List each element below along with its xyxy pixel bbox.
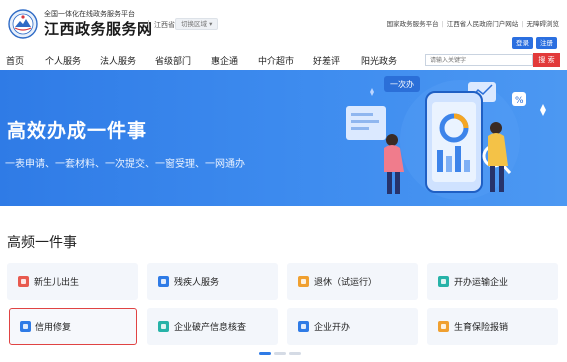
baby-icon <box>18 276 29 287</box>
divider: | <box>521 20 524 28</box>
service-card-label: 企业开办 <box>314 323 351 333</box>
nav-item-agency-market[interactable]: 中介超市 <box>258 54 294 67</box>
emblem-logo[interactable] <box>8 9 38 39</box>
divider: | <box>441 20 444 28</box>
service-card-label: 开办运输企业 <box>454 278 509 288</box>
percent-badge-icon: % <box>515 96 524 106</box>
nav-item-home[interactable]: 首页 <box>6 54 24 67</box>
nav-item-legal[interactable]: 法人服务 <box>100 54 136 67</box>
section-title-frequent: 高频一件事 <box>7 235 77 251</box>
site-header: 全国一体化在线政务服务平台 江西政务服务网 江西省 切换区域 ▾ 国家政务服务平… <box>0 0 567 50</box>
register-button[interactable]: 注册 <box>536 37 557 49</box>
service-card-disability[interactable]: 残疾人服务 <box>147 263 278 300</box>
insurance-icon <box>438 321 449 332</box>
pager-dot-active[interactable] <box>259 352 271 355</box>
banner-illustration: 一次办 % <box>346 76 546 200</box>
service-card-label: 生育保险报销 <box>454 323 509 333</box>
search-button[interactable]: 搜 索 <box>533 53 560 67</box>
enterprise-icon <box>158 321 169 332</box>
retire-icon <box>298 276 309 287</box>
service-card-label: 企业破产信息核查 <box>174 323 247 333</box>
banner-title: 高效办成一件事 <box>7 120 148 142</box>
nav-item-departments[interactable]: 省级部门 <box>155 54 191 67</box>
service-card-business-startup[interactable]: 企业开办 <box>287 308 418 345</box>
top-links: 国家政务服务平台 | 江西省人民政府门户网站 | 无障碍浏览 <box>387 18 559 28</box>
link-provincial-government[interactable]: 江西省人民政府门户网站 <box>447 20 519 28</box>
building-icon <box>298 321 309 332</box>
service-card-newborn[interactable]: 新生儿出生 <box>7 263 138 300</box>
credit-icon <box>20 321 31 332</box>
service-card-bankruptcy-check[interactable]: 企业破产信息核查 <box>147 308 278 345</box>
service-card-transport[interactable]: 开办运输企业 <box>427 263 558 300</box>
nav-item-evaluation[interactable]: 好差评 <box>313 54 340 67</box>
nav-item-personal[interactable]: 个人服务 <box>45 54 81 67</box>
caret-down-icon: ▾ <box>209 20 213 28</box>
login-button[interactable]: 登录 <box>512 37 533 49</box>
banner-subtitle: 一表申请、一套材料、一次提交、一窗受理、一网通办 <box>5 159 245 170</box>
service-card-retirement[interactable]: 退休（试运行） <box>287 263 418 300</box>
nav-item-open-affairs[interactable]: 阳光政务 <box>361 54 397 67</box>
truck-icon <box>438 276 449 287</box>
link-accessibility[interactable]: 无障碍浏览 <box>527 20 560 28</box>
current-region: 江西省 <box>154 21 175 29</box>
service-card-label: 新生儿出生 <box>34 278 80 288</box>
divider <box>148 20 149 30</box>
search-input[interactable] <box>425 54 533 66</box>
region-switch-label: 切换区域 <box>181 20 207 28</box>
service-card-label: 退休（试运行） <box>314 278 378 288</box>
service-card-maternity-insurance[interactable]: 生育保险报销 <box>427 308 558 345</box>
nav-item-enterprise[interactable]: 惠企通 <box>211 54 238 67</box>
pager-dot[interactable] <box>274 352 286 355</box>
wheelchair-icon <box>158 276 169 287</box>
brand-title[interactable]: 江西政务服务网 <box>44 18 153 39</box>
pager-dot[interactable] <box>289 352 301 355</box>
service-card-label: 信用修复 <box>35 323 72 333</box>
region-switch-dropdown[interactable]: 切换区域 ▾ <box>175 18 219 30</box>
service-card-credit-repair[interactable]: 信用修复 <box>9 308 137 345</box>
service-card-label: 残疾人服务 <box>174 278 220 288</box>
link-national-platform[interactable]: 国家政务服务平台 <box>387 20 439 28</box>
banner-art-tag: 一次办 <box>390 79 414 89</box>
hero-banner[interactable]: 高效办成一件事 一表申请、一套材料、一次提交、一窗受理、一网通办 一次办 % <box>0 70 567 206</box>
